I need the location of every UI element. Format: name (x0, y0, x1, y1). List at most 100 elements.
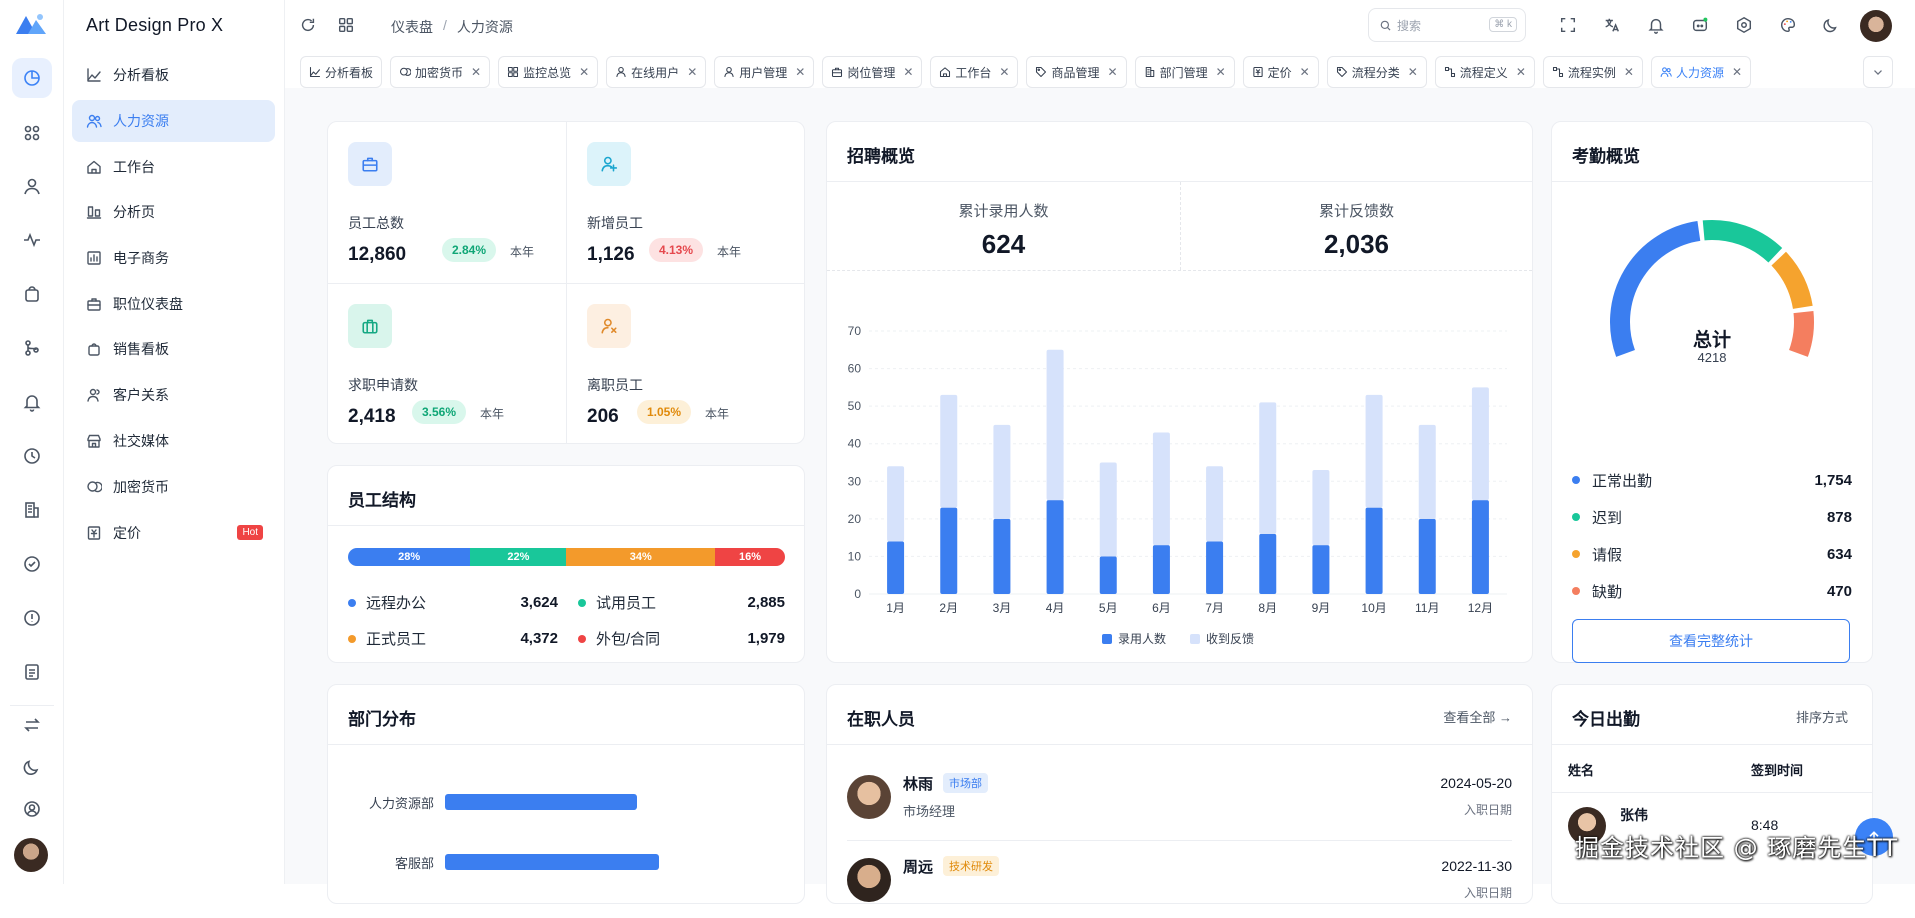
grid-menu-icon[interactable] (335, 14, 357, 36)
moon-rail-icon[interactable] (12, 747, 52, 787)
structure-segment: 16% (715, 548, 785, 566)
menu-item-2[interactable]: 人力资源 (72, 100, 275, 142)
menu-item-4[interactable]: 分析页 (72, 191, 275, 233)
today-title: 今日出勤 (1572, 710, 1640, 729)
dark-mode-icon[interactable] (1820, 14, 1842, 36)
close-icon[interactable]: ✕ (1516, 65, 1526, 79)
refresh-icon[interactable] (297, 14, 319, 36)
menu-item-6[interactable]: 职位仪表盘 (72, 283, 275, 325)
close-icon[interactable]: ✕ (999, 65, 1009, 79)
check-circle-rail-icon[interactable] (12, 544, 52, 584)
view-full-stats-button[interactable]: 查看完整统计 (1572, 619, 1850, 663)
stat-label: 求职申请数 (348, 377, 418, 393)
structure-legend-item: 外包/合同 1,979 (578, 628, 785, 649)
close-icon[interactable]: ✕ (795, 65, 805, 79)
tab-7[interactable]: 工作台 ✕ (930, 56, 1019, 88)
bar-feedback (1152, 432, 1170, 546)
search-input[interactable]: 搜索 ⌘ k (1368, 8, 1526, 42)
chat-icon[interactable] (1689, 14, 1711, 36)
tab-5[interactable]: 用户管理 ✕ (714, 56, 815, 88)
legend-value: 1,979 (747, 630, 785, 647)
building-rail-icon[interactable] (12, 490, 52, 530)
bag-icon (86, 341, 102, 357)
today-card: 今日出勤 排序方式 姓名 签到时间 张伟 8:48 (1551, 684, 1873, 904)
close-icon[interactable]: ✕ (1216, 65, 1226, 79)
profile-avatar[interactable] (1860, 10, 1892, 42)
menu-item-11[interactable]: 定价 Hot (72, 512, 275, 554)
kpi-hired-value: 624 (981, 229, 1026, 259)
bar-feedback (1471, 387, 1489, 501)
menu-item-5[interactable]: 电子商务 (72, 237, 275, 279)
employee-name: 林雨 (903, 776, 934, 793)
menu-item-label: 人力资源 (113, 113, 169, 129)
translate-icon[interactable] (1601, 14, 1623, 36)
close-icon[interactable]: ✕ (579, 65, 589, 79)
close-icon[interactable]: ✕ (1624, 65, 1634, 79)
fullscreen-icon[interactable] (1557, 14, 1579, 36)
tabs-dropdown-button[interactable] (1863, 56, 1893, 88)
tab-11[interactable]: 流程分类 ✕ (1326, 56, 1427, 88)
document-rail-icon[interactable] (12, 652, 52, 692)
chart-legend-label: 录用人数 (1118, 631, 1166, 646)
menu-item-7[interactable]: 销售看板 (72, 328, 275, 370)
tab-1[interactable]: 分析看板 (300, 56, 383, 88)
employee-row[interactable]: 林雨 市场部 市场经理 2024-05-20 入职日期 (847, 765, 1512, 841)
bell-rail-icon[interactable] (12, 382, 52, 422)
user-avatar[interactable] (14, 838, 48, 872)
tab-12[interactable]: 流程定义 ✕ (1434, 56, 1535, 88)
employee-dept-tag: 技术研发 (943, 856, 999, 876)
close-icon[interactable]: ✕ (687, 65, 697, 79)
settings-icon[interactable] (1733, 14, 1755, 36)
account-rail-icon[interactable] (12, 789, 52, 829)
tab-2[interactable]: 加密货币 ✕ (390, 56, 491, 88)
users-icon (86, 113, 102, 129)
y-tick-label: 50 (848, 399, 862, 413)
tab-10[interactable]: 定价 ✕ (1242, 56, 1319, 88)
pulse-rail-icon[interactable] (12, 220, 52, 260)
view-all-link[interactable]: 查看全部 → (1443, 707, 1512, 726)
tab-14[interactable]: 人力资源 ✕ (1650, 56, 1752, 88)
attendance-card: 考勤概览 总计 4218 正常出勤 1,754 迟到 878 请假 634 缺勤 470 查看… (1551, 121, 1873, 663)
close-icon[interactable]: ✕ (1408, 65, 1418, 79)
attendance-title-divider (1552, 181, 1872, 182)
tab-6[interactable]: 岗位管理 ✕ (822, 56, 923, 88)
menu-item-9[interactable]: 社交媒体 (72, 420, 275, 462)
tab-label: 商品管理 (1051, 65, 1100, 80)
close-icon[interactable]: ✕ (1108, 65, 1118, 79)
clock-rail-icon[interactable] (12, 436, 52, 476)
bag-rail-icon[interactable] (12, 274, 52, 314)
menu-item-10[interactable]: 加密货币 (72, 466, 275, 508)
alert-rail-icon[interactable] (12, 598, 52, 638)
close-icon[interactable]: ✕ (471, 65, 481, 79)
briefcase-icon (86, 296, 102, 312)
menu-item-label: 社交媒体 (113, 433, 169, 449)
briefcase-icon (348, 142, 392, 186)
chevron-down-icon (1874, 70, 1882, 75)
close-icon[interactable]: ✕ (1732, 65, 1742, 79)
notification-icon[interactable] (1645, 14, 1667, 36)
bar-feedback (1418, 424, 1436, 519)
dashboard-rail-icon[interactable] (12, 58, 52, 98)
menu-item-3[interactable]: 工作台 (72, 146, 275, 188)
menu-item-label: 工作台 (113, 159, 155, 175)
git-rail-icon[interactable] (12, 328, 52, 368)
tab-9[interactable]: 部门管理 ✕ (1134, 56, 1235, 88)
tab-8[interactable]: 商品管理 ✕ (1026, 56, 1127, 88)
menu-item-1[interactable]: 分析看板 (72, 54, 275, 96)
swap-rail-icon[interactable] (12, 705, 52, 745)
palette-icon[interactable] (1777, 14, 1799, 36)
bar-feedback (1099, 462, 1117, 557)
close-icon[interactable]: ✕ (903, 65, 913, 79)
employee-row[interactable]: 周远 技术研发 2022-11-30 入职日期 (847, 848, 1512, 918)
apps-rail-icon[interactable] (12, 113, 52, 153)
menu-item-8[interactable]: 客户关系 (72, 374, 275, 416)
tab-4[interactable]: 在线用户 ✕ (606, 56, 707, 88)
tab-13[interactable]: 流程实例 ✕ (1542, 56, 1643, 88)
close-icon[interactable]: ✕ (1300, 65, 1310, 79)
tab-3[interactable]: 监控总览 ✕ (498, 56, 599, 88)
sort-by-button[interactable]: 排序方式 (1796, 707, 1848, 726)
breadcrumb-dashboard[interactable]: 仪表盘 (391, 17, 433, 37)
bar-feedback (1365, 394, 1383, 508)
kpi-feedback-value: 2,036 (1323, 229, 1390, 259)
user-rail-icon[interactable] (12, 166, 52, 206)
